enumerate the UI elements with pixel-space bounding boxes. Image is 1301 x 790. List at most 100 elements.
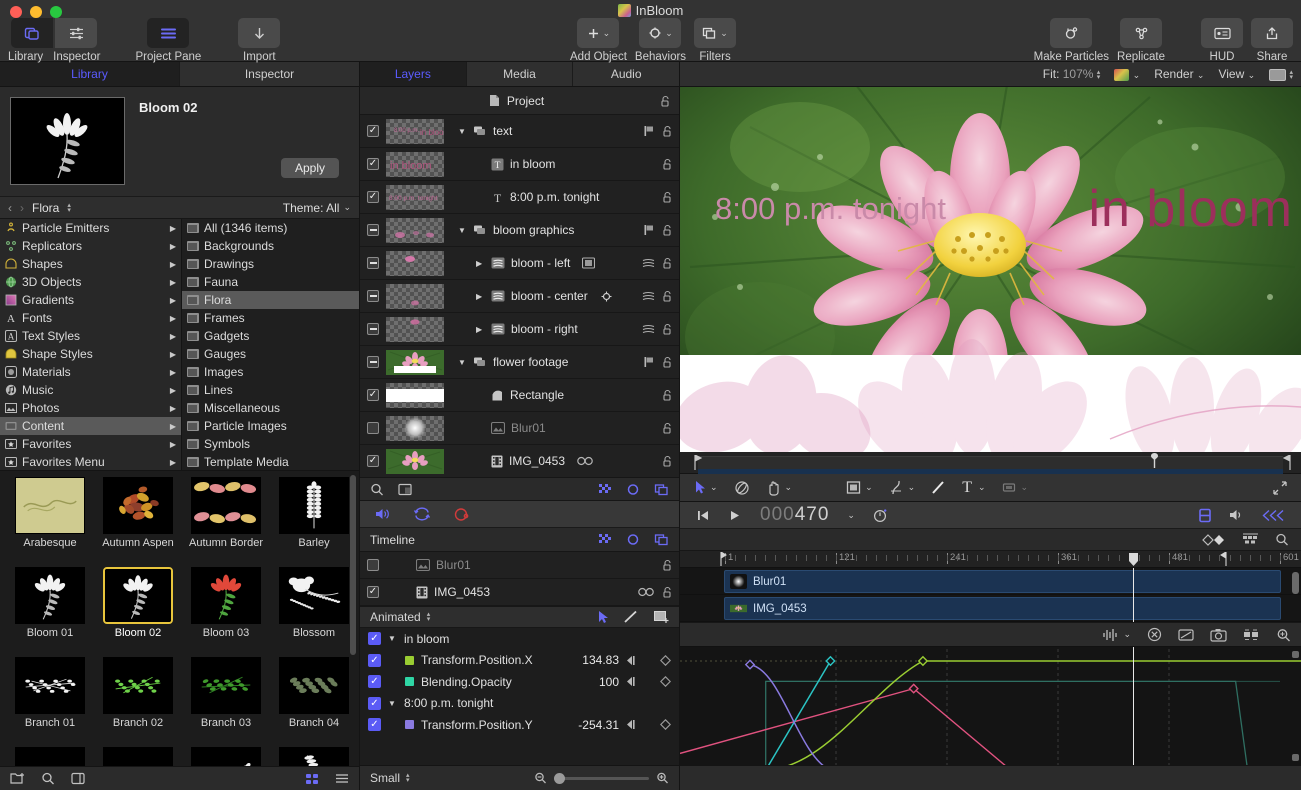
link-icon[interactable] (638, 587, 654, 597)
chevron-down-icon[interactable]: ⌄ (978, 482, 986, 493)
category-list[interactable]: Particle Emitters▶Replicators▶Shapes▶3D … (0, 219, 182, 470)
arrow-select-icon[interactable] (597, 610, 609, 624)
transform-3d-tool[interactable] (734, 480, 750, 496)
library-item-branch-02[interactable]: Branch 02 (94, 657, 182, 747)
timeline-clip[interactable]: IMG_0453 (724, 597, 1281, 620)
lock-icon[interactable] (662, 389, 673, 401)
library-item-branch-03[interactable]: Branch 03 (182, 657, 270, 747)
library-button[interactable] (11, 18, 53, 48)
layer-flag-icon[interactable] (643, 125, 655, 137)
shape-tool[interactable] (846, 480, 861, 495)
path-stepper-icon[interactable]: ▴▾ (67, 203, 71, 213)
paint-stroke-tool[interactable] (931, 480, 946, 495)
layout-stepper-icon[interactable]: ▴▾ (1289, 70, 1293, 80)
chevron-down-icon[interactable]: ⌄ (1123, 629, 1131, 640)
library-item-row4-15[interactable] (270, 747, 358, 766)
keyframe-parameter-list[interactable]: ▼in bloomTransform.Position.X134.83Blend… (360, 628, 679, 765)
show-audio-icon[interactable] (1242, 533, 1259, 546)
lock-icon[interactable] (662, 191, 673, 203)
library-category-favorites[interactable]: Favorites▶ (0, 435, 181, 453)
timeline-clip[interactable]: Blur01 (724, 570, 1281, 593)
tab-library[interactable]: Library (0, 62, 180, 86)
add-keyframe-icon[interactable] (660, 655, 671, 666)
new-folder-icon[interactable] (10, 772, 25, 785)
checkerboard-icon[interactable] (598, 483, 612, 496)
behaviors-button[interactable]: ⌄ (639, 18, 681, 48)
library-subcategory-frames[interactable]: Frames (182, 309, 359, 327)
disclosure-triangle-icon[interactable]: ▶ (476, 325, 485, 334)
keyframe-enable-checkbox[interactable] (368, 632, 381, 645)
audio-mute-icon[interactable] (374, 507, 391, 521)
layer-visibility-checkbox[interactable] (367, 158, 379, 170)
layer-visibility-checkbox[interactable] (367, 125, 379, 137)
library-subcategory-particle-images[interactable]: Particle Images (182, 417, 359, 435)
library-item-row4-12[interactable] (6, 747, 94, 766)
canvas-scrubber[interactable] (680, 452, 1301, 474)
library-category-3d-objects[interactable]: 3D Objects▶ (0, 273, 181, 291)
keyframe-param-row[interactable]: Blending.Opacity100 (360, 671, 679, 693)
library-category-music[interactable]: Music▶ (0, 381, 181, 399)
keyframe-prev-icon[interactable] (626, 655, 639, 666)
library-category-content[interactable]: Content▶ (0, 417, 181, 435)
layers-list[interactable]: Project 8:00 p.m.in bloom▼textin bloomTi… (360, 87, 679, 477)
tab-inspector[interactable]: Inspector (180, 62, 359, 86)
timing-display-icon[interactable] (873, 508, 888, 523)
timeline-track-name-row[interactable]: IMG_0453 (360, 579, 679, 606)
keyframe-enable-checkbox[interactable] (368, 718, 381, 731)
render-menu[interactable]: Render ⌄ (1154, 67, 1204, 81)
ruler-playhead-knob[interactable] (1128, 552, 1139, 568)
library-item-autumn-aspen[interactable]: Autumn Aspen (94, 477, 182, 567)
share-button[interactable] (1251, 18, 1293, 48)
pan-tool[interactable] (766, 480, 781, 496)
library-item-bloom-03[interactable]: Bloom 03 (182, 567, 270, 657)
library-category-shape-styles[interactable]: Shape Styles▶ (0, 345, 181, 363)
lock-icon[interactable] (662, 559, 673, 571)
link-icon[interactable] (577, 456, 593, 466)
layer-stack-icon[interactable] (642, 290, 655, 302)
layer-row[interactable]: IMG_0453 (360, 445, 679, 477)
subcategory-list[interactable]: All (1346 items)BackgroundsDrawingsFauna… (182, 219, 359, 470)
keyframe-group-row[interactable]: ▼8:00 p.m. tonight (360, 693, 679, 715)
layer-flag-icon[interactable] (643, 224, 655, 236)
layer-row[interactable]: ▼flower footage (360, 346, 679, 379)
select-tool[interactable] (694, 480, 706, 495)
timeline-tracks[interactable]: Blur01 IMG_0453 (680, 568, 1301, 622)
lock-icon[interactable] (662, 586, 673, 598)
mask-tool[interactable] (1002, 481, 1017, 494)
disclosure-triangle-icon[interactable]: ▼ (388, 699, 397, 708)
track-visibility-checkbox[interactable] (367, 586, 379, 598)
layer-row[interactable]: 8:00 p.m.in bloom▼text (360, 115, 679, 148)
go-to-start-button[interactable] (696, 509, 710, 522)
keyframe-curve-editor[interactable] (680, 647, 1301, 765)
disclosure-triangle-icon[interactable]: ▶ (476, 292, 485, 301)
clear-curve-icon[interactable] (1147, 627, 1162, 642)
chevron-down-icon[interactable]: ⌄ (710, 482, 718, 493)
lock-icon[interactable] (662, 422, 673, 434)
library-item-arabesque[interactable]: Arabesque (6, 477, 94, 567)
scrubber-track[interactable] (698, 456, 1283, 469)
mask-icon[interactable] (582, 257, 595, 269)
layers-overlay-icon[interactable] (654, 483, 669, 496)
timeline-track[interactable]: IMG_0453 (680, 595, 1301, 622)
library-item-blossom[interactable]: Blossom (270, 567, 358, 657)
library-item-bloom-02[interactable]: Bloom 02 (94, 567, 182, 657)
library-subcategory-miscellaneous[interactable]: Miscellaneous (182, 399, 359, 417)
library-subcategory-template-media[interactable]: Template Media (182, 453, 359, 470)
replicate-button[interactable] (1120, 18, 1162, 48)
scrubber-playhead[interactable] (1150, 453, 1159, 469)
audio-waveform-icon[interactable] (1102, 628, 1119, 642)
hud-button[interactable] (1201, 18, 1243, 48)
timecode-display[interactable]: 000470 (760, 504, 829, 526)
tab-layers[interactable]: Layers (360, 62, 467, 86)
group-pane-icon[interactable] (398, 483, 412, 496)
disclosure-triangle-icon[interactable]: ▶ (476, 259, 485, 268)
timeline-ruler[interactable]: 1121241361481601 (680, 551, 1301, 568)
ruler-out-point-icon[interactable] (1220, 552, 1227, 566)
layer-row[interactable]: ▶bloom - right (360, 313, 679, 346)
keyframe-param-row[interactable]: Transform.Position.Y-254.31 (360, 714, 679, 736)
layer-visibility-checkbox[interactable] (367, 323, 379, 335)
library-category-gradients[interactable]: Gradients▶ (0, 291, 181, 309)
zoom-in-icon[interactable] (656, 772, 669, 784)
chevron-down-icon[interactable]: ⌄ (865, 482, 873, 493)
keyframe-param-value[interactable]: 134.83 (582, 653, 619, 667)
